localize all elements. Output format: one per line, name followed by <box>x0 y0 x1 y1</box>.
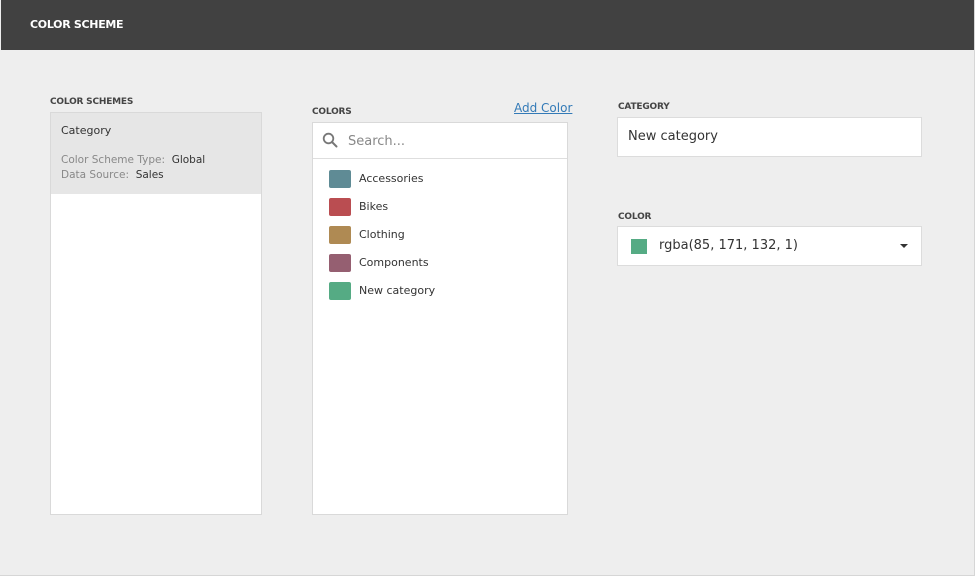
color-label: Bikes <box>359 200 389 213</box>
scheme-item-category[interactable]: Category Color Scheme Type: Global Data … <box>51 113 261 194</box>
scheme-type-value: Global <box>171 154 206 166</box>
search-box <box>313 123 567 159</box>
color-schemes-list: Category Color Scheme Type: Global Data … <box>50 112 262 515</box>
color-swatch <box>329 226 351 244</box>
color-swatch <box>329 170 351 188</box>
color-label: Clothing <box>359 228 405 241</box>
color-select[interactable]: rgba(85, 171, 132, 1) <box>617 226 922 266</box>
color-value: rgba(85, 171, 132, 1) <box>659 238 798 253</box>
search-icon <box>322 132 338 148</box>
category-label: CATEGORY <box>618 102 670 112</box>
scheme-source: Data Source: Sales <box>61 169 164 181</box>
header-bar: COLOR SCHEME <box>1 0 974 50</box>
color-swatch <box>329 282 351 300</box>
page-title: COLOR SCHEME <box>30 18 124 31</box>
selected-color-swatch <box>631 239 647 254</box>
colors-list: Accessories Bikes Clothing Components Ne… <box>312 122 568 515</box>
search-input[interactable] <box>346 129 560 153</box>
scheme-source-value: Sales <box>135 169 164 181</box>
color-label: Accessories <box>359 172 424 185</box>
category-input[interactable]: New category <box>617 117 922 157</box>
scheme-name: Category <box>61 124 112 137</box>
color-schemes-label: COLOR SCHEMES <box>50 97 134 107</box>
color-swatch <box>329 254 351 272</box>
color-label: COLOR <box>618 212 652 222</box>
color-swatch <box>329 198 351 216</box>
scheme-type: Color Scheme Type: Global <box>61 154 205 166</box>
scheme-source-label: Data Source: <box>61 169 130 181</box>
add-color-link[interactable]: Add Color <box>514 101 572 115</box>
color-label: Components <box>359 256 429 269</box>
color-label: New category <box>359 284 436 297</box>
chevron-down-icon[interactable] <box>900 244 908 248</box>
category-value: New category <box>628 129 718 144</box>
scheme-type-label: Color Scheme Type: <box>61 154 165 166</box>
colors-label: COLORS <box>312 107 352 117</box>
color-scheme-dialog: COLOR SCHEME COLOR SCHEMES Category Colo… <box>0 0 975 576</box>
